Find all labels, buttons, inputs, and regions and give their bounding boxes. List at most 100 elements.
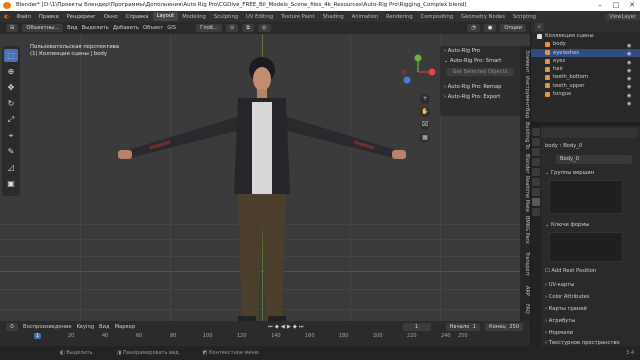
- menu-window[interactable]: Окно: [100, 14, 122, 20]
- eye-icon[interactable]: ◉: [627, 75, 635, 83]
- panel-normals[interactable]: › Нормали: [545, 330, 573, 336]
- workspace-tab-rendering[interactable]: Rendering: [382, 14, 417, 20]
- outliner-item-tongue[interactable]: tongue: [531, 90, 640, 98]
- tab-building-to[interactable]: Building To: [520, 122, 530, 149]
- current-frame-field[interactable]: 1: [402, 323, 431, 331]
- outliner-item-hair[interactable]: hair: [531, 65, 640, 73]
- menu-help[interactable]: Справка: [122, 14, 153, 20]
- cursor-tool-icon[interactable]: ⊕: [4, 65, 18, 78]
- blender-menu-icon[interactable]: ◐: [0, 14, 13, 20]
- outliner-item-teeth-bottom[interactable]: teeth_bottom: [531, 73, 640, 81]
- panel-uv-maps[interactable]: › UV-карты: [545, 282, 574, 288]
- close-button[interactable]: ✕: [624, 0, 640, 11]
- view-layer-field[interactable]: ViewLayer: [605, 13, 640, 20]
- eye-icon[interactable]: ◉: [627, 92, 635, 100]
- vertex-groups-list[interactable]: [549, 180, 623, 214]
- mesh-data-tab-icon[interactable]: [532, 198, 540, 206]
- world-tab-icon[interactable]: [532, 168, 540, 176]
- character-model[interactable]: [110, 54, 410, 321]
- play-reverse-icon[interactable]: ◀: [281, 324, 285, 331]
- panel-auto-rig-pro-export[interactable]: › Auto-Rig Pro: Export: [440, 92, 520, 102]
- tab-faq[interactable]: FAQ: [520, 304, 530, 314]
- object-tab-icon[interactable]: [532, 178, 540, 186]
- tool-tab-icon[interactable]: [532, 128, 540, 136]
- menu-object[interactable]: Объект: [143, 25, 163, 31]
- navigation-gizmo[interactable]: [400, 54, 436, 90]
- scale-tool-icon[interactable]: ⤢: [4, 113, 18, 126]
- select-box-tool-icon[interactable]: ⬚: [4, 49, 18, 62]
- end-frame-field[interactable]: Конец 250: [484, 323, 524, 331]
- panel-auto-rig-pro-remap[interactable]: › Auto-Rig Pro: Remap: [440, 82, 520, 92]
- eye-icon[interactable]: ◉: [627, 50, 635, 58]
- scene-tab-icon[interactable]: [532, 158, 540, 166]
- mesh-name-field[interactable]: Body_0: [556, 155, 632, 164]
- timeline-ruler[interactable]: 1 20 40 60 80 100 120 140 160 180 200 22…: [0, 333, 530, 343]
- eye-icon[interactable]: ◉: [627, 83, 635, 91]
- eye-icon[interactable]: ◉: [627, 42, 635, 50]
- render-tab-icon[interactable]: [532, 138, 540, 146]
- outliner-item-eyes[interactable]: eyes: [531, 57, 640, 65]
- menu-edit[interactable]: Правка: [35, 14, 63, 20]
- menu-gis[interactable]: GIS: [167, 25, 176, 31]
- menu-playback[interactable]: Воспроизведение: [23, 324, 72, 330]
- panel-vertex-groups[interactable]: ⌄ Группы вершин: [545, 170, 594, 176]
- jump-end-icon[interactable]: ⏭: [299, 324, 304, 331]
- tab-blender[interactable]: Blender: [520, 154, 530, 173]
- output-tab-icon[interactable]: [532, 148, 540, 156]
- transform-orientation-dropdown[interactable]: Глоб...: [196, 24, 222, 32]
- workspace-tab-layout[interactable]: Layout: [152, 12, 179, 21]
- eye-icon[interactable]: ◉: [627, 100, 635, 108]
- menu-keying[interactable]: Keying: [77, 324, 94, 330]
- tab-item[interactable]: Элемент: [520, 50, 530, 73]
- shading-solid-icon[interactable]: ●: [483, 24, 497, 32]
- measure-tool-icon[interactable]: ◿: [4, 161, 18, 174]
- workspace-tab-compositing[interactable]: Compositing: [417, 14, 458, 20]
- eye-icon[interactable]: ◉: [627, 59, 635, 67]
- outliner-search-icon[interactable]: ⌕: [535, 22, 544, 32]
- outliner-item-eyelashes[interactable]: eyelashes: [531, 48, 640, 57]
- panel-attributes[interactable]: › Атрибуты: [545, 318, 575, 324]
- tab-bmkg-pack[interactable]: BMKG Pack: [520, 216, 530, 244]
- tab-transport[interactable]: Transport: [520, 252, 530, 275]
- workspace-tab-geometry-nodes[interactable]: Geometry Nodes: [457, 14, 509, 20]
- pan-hand-icon[interactable]: ✋: [420, 107, 430, 117]
- jump-start-icon[interactable]: ⏮: [268, 324, 273, 331]
- start-frame-field[interactable]: Начало 1: [445, 323, 480, 331]
- zoom-icon[interactable]: +: [420, 94, 430, 104]
- tab-tool[interactable]: Инструмент: [520, 76, 530, 108]
- panel-shape-keys[interactable]: ⌄ Ключи формы: [545, 222, 589, 228]
- snap-icon[interactable]: ⧉: [242, 24, 254, 32]
- menu-view[interactable]: Вид: [67, 25, 78, 31]
- outliner-item-body[interactable]: body: [531, 40, 640, 48]
- grid-view-icon[interactable]: ▦: [420, 133, 430, 143]
- options-dropdown[interactable]: Опции: [500, 24, 526, 32]
- panel-color-attributes[interactable]: › Color Attributes: [545, 294, 590, 300]
- menu-add[interactable]: Добавить: [113, 25, 139, 31]
- panel-auto-rig-pro-smart[interactable]: ⌄ Auto-Rig Pro: Smart: [440, 56, 520, 66]
- shape-keys-list[interactable]: [549, 232, 623, 262]
- eye-icon[interactable]: ◉: [627, 67, 635, 75]
- workspace-tab-sculpting[interactable]: Sculpting: [210, 14, 242, 20]
- proportional-edit-icon[interactable]: ◎: [257, 24, 271, 32]
- mode-dropdown[interactable]: Объектны...: [22, 24, 64, 32]
- prev-key-icon[interactable]: ◆: [275, 324, 279, 331]
- editor-type-button[interactable]: ⊞: [6, 24, 19, 32]
- menu-marker[interactable]: Маркер: [115, 324, 136, 330]
- add-rest-position-checkbox[interactable]: ☐ Add Rest Position: [545, 268, 596, 274]
- menu-file[interactable]: Файл: [13, 14, 35, 20]
- play-icon[interactable]: ▶: [287, 324, 291, 331]
- workspace-tab-uv-editing[interactable]: UV Editing: [242, 14, 277, 20]
- menu-select[interactable]: Выделить: [82, 25, 109, 31]
- transform-tool-icon[interactable]: ⌖: [4, 129, 18, 142]
- move-tool-icon[interactable]: ✥: [4, 81, 18, 94]
- workspace-tab-modeling[interactable]: Modeling: [178, 14, 210, 20]
- menu-render[interactable]: Рендеринг: [63, 14, 100, 20]
- maximize-button[interactable]: □: [608, 0, 624, 11]
- minimize-button[interactable]: –: [592, 0, 608, 11]
- properties-search-field[interactable]: [541, 128, 638, 138]
- panel-auto-rig-pro[interactable]: › Auto-Rig Pro: [440, 46, 520, 56]
- tab-realtime-mate[interactable]: Realtime Mate: [520, 176, 530, 212]
- workspace-tab-scripting[interactable]: Scripting: [509, 14, 540, 20]
- outliner-item-teeth-upper[interactable]: teeth_upper: [531, 82, 640, 90]
- rotate-tool-icon[interactable]: ↻: [4, 97, 18, 110]
